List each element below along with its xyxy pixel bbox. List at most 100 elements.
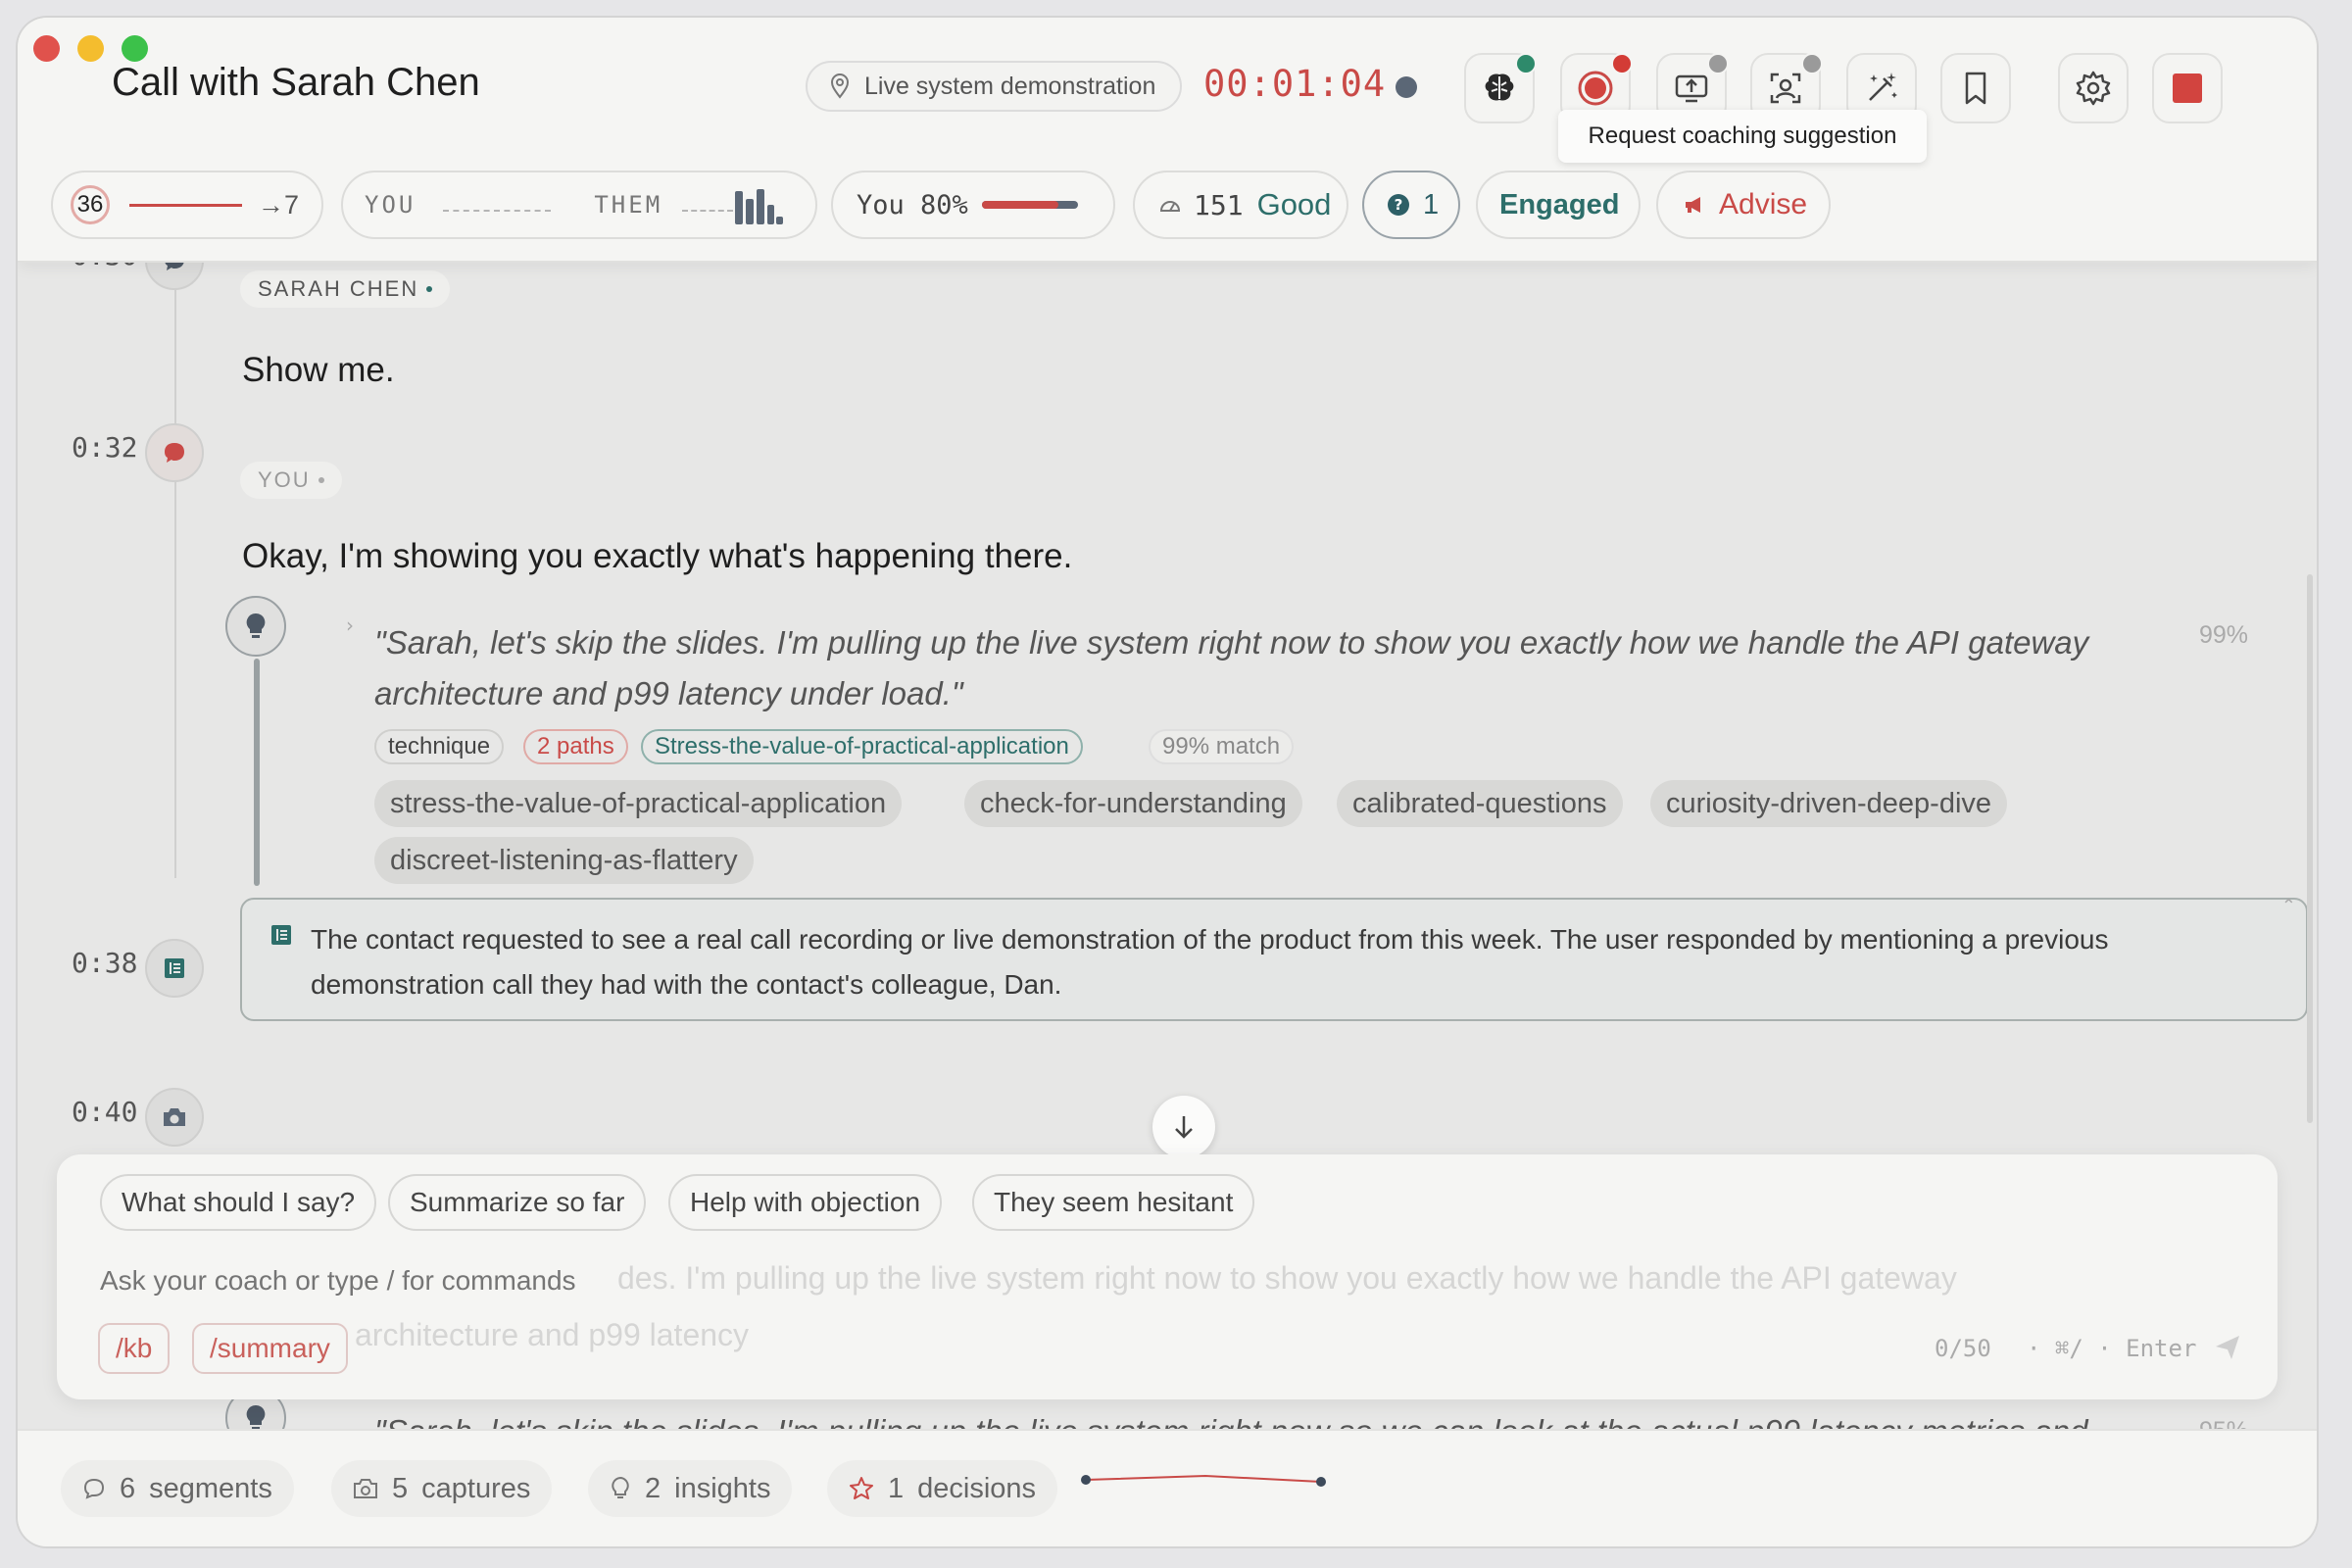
insights-stat[interactable]: 2 insights (588, 1460, 793, 1517)
app-window: Call with Sarah Chen Live system demonst… (18, 18, 2317, 1546)
summary-card[interactable]: The contact requested to see a real call… (240, 896, 2308, 1021)
decisions-stat[interactable]: 1 decisions (827, 1460, 1058, 1517)
questions-pill[interactable]: ? 1 (1362, 171, 1460, 239)
pace-pill[interactable]: 151 Good (1133, 171, 1348, 239)
lightbulb-icon (246, 612, 266, 638)
location-pill[interactable]: Live system demonstration (806, 61, 1182, 112)
pace-label: Good (1256, 187, 1332, 221)
insights-count: 2 (645, 1472, 662, 1504)
brain-button[interactable] (1464, 53, 1537, 123)
send-icon[interactable] (2213, 1333, 2242, 1362)
timestamp: 0:32 (72, 431, 138, 464)
coach-composer: What should I say? Summarize so far Help… (57, 1154, 2278, 1399)
tag-paths[interactable]: 2 paths (523, 729, 628, 764)
face-scan-icon (1770, 73, 1801, 104)
segments-stat[interactable]: 6 segments (61, 1460, 294, 1517)
suggestion-chip[interactable]: They seem hesitant (972, 1174, 1255, 1231)
status-dot (1396, 76, 1417, 98)
timestamp: 0:38 (72, 947, 138, 979)
pace-value: 151 (1194, 188, 1244, 221)
shortcut-hint: · ⌘/ · Enter (2027, 1335, 2197, 1362)
tag-technique[interactable]: technique (374, 729, 505, 764)
minimize-window-button[interactable] (77, 35, 104, 62)
collapse-chevron-icon[interactable]: ⌃ (2281, 896, 2296, 916)
insights-label: insights (674, 1472, 771, 1504)
engagement-label: Engaged (1499, 188, 1620, 220)
talk-ratio-pill[interactable]: You 80% (831, 171, 1115, 239)
summary-text: The contact requested to see a real call… (311, 924, 2109, 1000)
note-icon (271, 925, 291, 945)
advise-label: Advise (1719, 188, 1808, 220)
them-level-meter (682, 198, 734, 212)
stop-call-button[interactable] (2152, 53, 2223, 123)
expand-chevron-icon[interactable]: › (346, 613, 354, 637)
capture-entry-marker[interactable] (145, 1088, 204, 1147)
insight-marker[interactable] (225, 596, 286, 657)
location-label: Live system demonstration (864, 72, 1156, 100)
timestamp: 0:40 (72, 1096, 138, 1128)
chat-bubble-icon (83, 1478, 105, 1499)
call-title: Call with Sarah Chen (112, 61, 480, 104)
you-level-meter (443, 198, 552, 212)
you-label: YOU (365, 191, 416, 219)
kb-command-chip[interactable]: /kb (98, 1323, 171, 1374)
questions-count: 1 (1423, 188, 1440, 220)
captures-count: 5 (392, 1472, 409, 1504)
technique-chip[interactable]: check-for-understanding (964, 780, 1302, 827)
advise-button[interactable]: Advise (1656, 171, 1831, 239)
coach-input[interactable] (98, 1252, 1474, 1309)
magic-wand-icon (1869, 73, 1897, 101)
char-count: 0/50 (1935, 1335, 1991, 1362)
camera-icon (354, 1479, 377, 1498)
suggestion-chip[interactable]: Summarize so far (388, 1174, 647, 1231)
scroll-to-bottom-button[interactable] (1152, 1096, 1215, 1158)
technique-chip[interactable]: stress-the-value-of-practical-applicatio… (374, 780, 903, 827)
summary-command-chip[interactable]: /summary (192, 1323, 348, 1374)
suggestion-chip[interactable]: Help with objection (668, 1174, 943, 1231)
suggestion-chip[interactable]: What should I say? (100, 1174, 377, 1231)
megaphone-icon (1686, 197, 1700, 213)
decisions-label: decisions (917, 1472, 1037, 1504)
tag-technique-name[interactable]: Stress-the-value-of-practical-applicatio… (641, 729, 1083, 764)
settings-button[interactable] (2058, 53, 2129, 123)
insight-connector (254, 659, 260, 886)
footer-stats-bar: 6 segments 5 captures 2 insights 1 decis… (18, 1429, 2317, 1546)
summary-entry-marker[interactable] (145, 939, 204, 998)
gear-icon (2076, 71, 2111, 106)
maximize-window-button[interactable] (122, 35, 148, 62)
scrollbar-thumb[interactable] (2307, 574, 2313, 1123)
engagement-pill[interactable]: Engaged (1476, 171, 1641, 239)
insight-quote[interactable]: "Sarah, let's skip the slides. I'm pulli… (374, 617, 2197, 719)
close-window-button[interactable] (33, 35, 60, 62)
technique-chip[interactable]: curiosity-driven-deep-dive (1650, 780, 2008, 827)
talk-ratio-label: You 80% (857, 189, 968, 220)
speaker-tag-you: YOU (240, 462, 342, 499)
technique-chip[interactable]: calibrated-questions (1337, 780, 1623, 827)
tag-match: 99% match (1149, 729, 1295, 764)
alert-badge (1611, 53, 1633, 74)
chat-bubble-icon (165, 443, 184, 463)
captures-label: captures (421, 1472, 531, 1504)
record-icon (1578, 71, 1613, 106)
camera-icon (164, 1108, 185, 1126)
utterance-text[interactable]: Okay, I'm showing you exactly what's hap… (242, 537, 1072, 576)
note-icon (165, 958, 184, 978)
audio-bars-icon (735, 189, 784, 224)
coaching-tooltip: Request coaching suggestion (1558, 110, 1927, 163)
question-icon: ? (1388, 194, 1409, 216)
location-pin-icon (830, 74, 850, 99)
bookmark-icon (1965, 72, 1986, 105)
technique-chip[interactable]: discreet-listening-as-flattery (374, 837, 754, 884)
utterance-text[interactable]: Show me. (242, 351, 395, 390)
call-timer: 00:01:04 (1203, 63, 1387, 105)
speaker-tag-sarah: SARAH CHEN (240, 270, 451, 308)
captures-stat[interactable]: 5 captures (331, 1460, 553, 1517)
message-entry-marker[interactable] (145, 423, 204, 482)
ghost-suggestion-line: architecture and p99 latency (355, 1317, 750, 1352)
segments-count: 6 (120, 1472, 136, 1504)
score-pill[interactable]: 36 →7 (51, 171, 323, 239)
speaker-levels-pill[interactable]: YOU THEM (341, 171, 817, 239)
lightbulb-icon (612, 1476, 629, 1498)
bookmark-button[interactable] (1940, 53, 2011, 123)
speaker-dot (426, 286, 433, 292)
